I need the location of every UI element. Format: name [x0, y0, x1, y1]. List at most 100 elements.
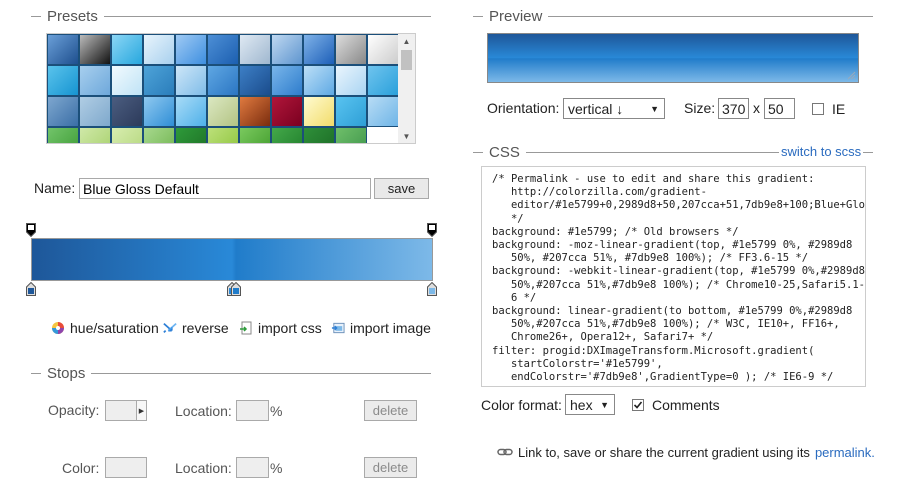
preset-swatch[interactable] [207, 127, 239, 143]
preset-swatch[interactable] [207, 65, 239, 96]
preset-swatch[interactable] [207, 96, 239, 127]
preset-swatch[interactable] [207, 34, 239, 65]
scroll-thumb[interactable] [401, 50, 412, 70]
resize-grip-icon[interactable] [846, 70, 856, 80]
preset-swatch[interactable] [239, 127, 271, 143]
location-label: Location: [175, 460, 232, 476]
preset-swatch[interactable] [143, 96, 175, 127]
name-input[interactable] [79, 178, 371, 199]
import-css-icon [239, 321, 253, 335]
save-button[interactable]: save [374, 178, 429, 199]
preset-swatch[interactable] [239, 34, 271, 65]
preset-swatch[interactable] [303, 96, 335, 127]
preset-swatch[interactable] [175, 96, 207, 127]
preset-swatch[interactable] [303, 65, 335, 96]
preset-swatch[interactable] [143, 127, 175, 143]
css-title: CSS [489, 144, 520, 161]
color-format-value: hex [570, 396, 593, 413]
preset-swatch[interactable] [79, 34, 111, 65]
css-line: 50%,#207cca 51%,#7db9e8 100%); /* Chrome… [492, 278, 865, 291]
ie-checkbox[interactable] [812, 103, 824, 115]
color-stop-marker[interactable] [427, 282, 437, 296]
color-label: Color: [62, 460, 100, 476]
preview-header: Preview [473, 8, 873, 25]
css-line: /* Permalink - use to edit and share thi… [492, 173, 815, 185]
switch-to-scss-link[interactable]: switch to scss [779, 144, 864, 159]
opacity-stepper[interactable]: ▶ [105, 400, 147, 421]
preset-swatch[interactable] [335, 65, 367, 96]
import-image-label: import image [350, 320, 431, 336]
color-format-select[interactable]: hex ▼ [565, 394, 615, 415]
import-image-button[interactable]: import image [331, 320, 431, 336]
preset-grid [47, 34, 399, 143]
hue-saturation-button[interactable]: hue/saturation [51, 320, 159, 336]
presets-scrollbar[interactable]: ▲ ▼ [398, 34, 415, 143]
scroll-up-icon[interactable]: ▲ [398, 34, 415, 48]
permalink-link[interactable]: permalink. [815, 445, 875, 460]
preset-swatch[interactable] [47, 34, 79, 65]
preset-swatch[interactable] [367, 65, 399, 96]
preset-swatch[interactable] [79, 96, 111, 127]
preset-swatch[interactable] [111, 34, 143, 65]
delete-color-stop-button[interactable]: delete [364, 457, 417, 478]
css-line: 6 */ [492, 291, 537, 304]
size-label: Size: [684, 100, 716, 116]
preset-swatch[interactable] [111, 65, 143, 96]
preset-swatch[interactable] [271, 34, 303, 65]
opacity-stop-marker[interactable] [26, 223, 36, 237]
orientation-select[interactable]: vertical ↓ ▼ [563, 98, 665, 119]
preset-swatch[interactable] [239, 65, 271, 96]
color-picker-swatch[interactable] [105, 457, 147, 478]
preset-swatch[interactable] [335, 127, 367, 143]
preset-swatch[interactable] [175, 65, 207, 96]
css-line: background: -webkit-linear-gradient(top,… [492, 265, 865, 278]
reverse-button[interactable]: reverse [163, 320, 229, 336]
preset-swatch[interactable] [303, 34, 335, 65]
caret-right-icon[interactable]: ▶ [136, 401, 146, 420]
preset-swatch[interactable] [143, 65, 175, 96]
location-label: Location: [175, 403, 232, 419]
color-stop-marker[interactable] [26, 282, 36, 296]
percent-label: % [270, 403, 283, 419]
preset-swatch[interactable] [367, 34, 399, 65]
preset-swatch[interactable] [47, 65, 79, 96]
css-output[interactable]: /* Permalink - use to edit and share thi… [481, 166, 866, 387]
preset-swatch[interactable] [79, 65, 111, 96]
scroll-down-icon[interactable]: ▼ [398, 129, 415, 143]
presets-list[interactable]: ▲ ▼ [46, 33, 416, 144]
preset-swatch[interactable] [271, 96, 303, 127]
preset-swatch[interactable] [111, 127, 143, 143]
import-css-button[interactable]: import css [239, 320, 322, 336]
preset-swatch[interactable] [111, 96, 143, 127]
preset-swatch[interactable] [47, 127, 79, 143]
preset-swatch[interactable] [335, 96, 367, 127]
gradient-bar[interactable] [31, 238, 433, 281]
preset-swatch[interactable] [303, 127, 335, 143]
preset-swatch[interactable] [175, 34, 207, 65]
preset-swatch[interactable] [335, 34, 367, 65]
preset-swatch[interactable] [79, 127, 111, 143]
preset-swatch[interactable] [271, 65, 303, 96]
color-stop-marker[interactable] [231, 282, 241, 296]
preset-swatch[interactable] [175, 127, 207, 143]
preset-swatch[interactable] [143, 34, 175, 65]
delete-opacity-stop-button[interactable]: delete [364, 400, 417, 421]
presets-header: Presets [31, 8, 431, 25]
height-input[interactable]: 50 [764, 98, 795, 119]
comments-checkbox[interactable] [632, 399, 644, 411]
opacity-location-input[interactable] [236, 400, 269, 421]
preset-swatch[interactable] [47, 96, 79, 127]
color-location-input[interactable] [236, 457, 269, 478]
gradient-preview [487, 33, 859, 83]
width-input[interactable]: 370 [718, 98, 749, 119]
opacity-stop-marker[interactable] [427, 223, 437, 237]
css-line: 50%,#207cca 51%,#7db9e8 100%); /* W3C, I… [492, 318, 840, 331]
css-line: Chrome26+, Opera12+, Safari7+ */ [492, 331, 714, 344]
comments-label: Comments [652, 397, 720, 413]
preset-swatch[interactable] [367, 96, 399, 127]
preset-swatch[interactable] [271, 127, 303, 143]
reverse-label: reverse [182, 320, 229, 336]
preset-swatch[interactable] [239, 96, 271, 127]
opacity-label: Opacity: [48, 402, 100, 418]
css-line: 50%, #207cca 51%, #7db9e8 100%); /* FF3.… [492, 252, 809, 265]
